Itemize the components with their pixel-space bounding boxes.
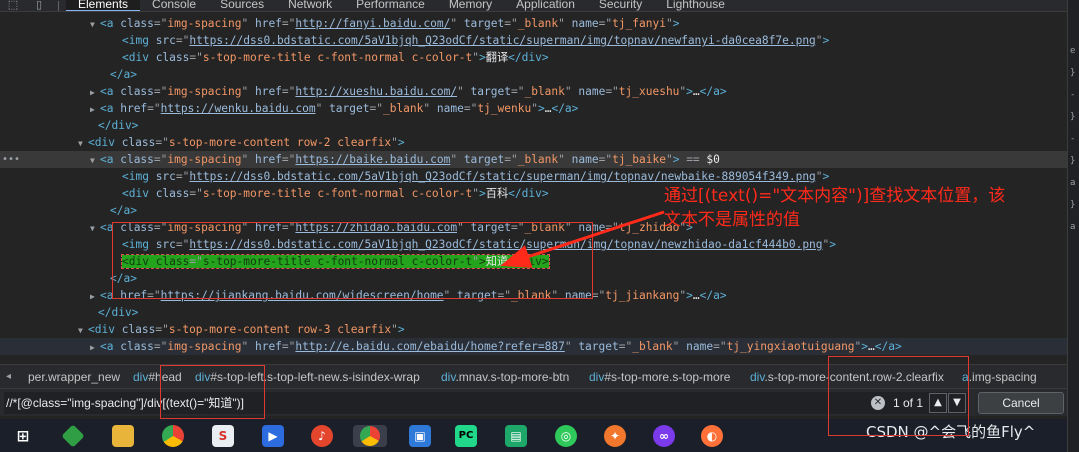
collapse-triangle-icon[interactable]: ▼: [78, 135, 88, 152]
device-toolbar-icon[interactable]: ▯: [32, 0, 46, 11]
breadcrumb-item[interactable]: per.wrapper_new: [28, 365, 120, 388]
style-rule-glyph: a: [1070, 178, 1076, 188]
node-markup: </div>: [98, 119, 139, 132]
node-markup: <a class="img-spacing" href="http://e.ba…: [100, 340, 902, 353]
tab-memory[interactable]: Memory: [437, 0, 504, 10]
browser-icon[interactable]: ✦: [604, 425, 626, 447]
dom-tree-row[interactable]: ▶ <a href="https://wenku.baidu.com" targe…: [0, 100, 1067, 117]
divider: [58, 1, 59, 11]
style-rule-glyph: -: [1070, 90, 1076, 100]
dom-tree-row[interactable]: </a>: [0, 66, 1067, 83]
style-rule-glyph: }: [1070, 200, 1076, 210]
expand-triangle-icon[interactable]: ▶: [90, 339, 100, 356]
node-markup: <a class="img-spacing" href="http://xues…: [100, 85, 727, 98]
highlight-box-search-query: [160, 365, 265, 419]
dom-tree-row[interactable]: </div>: [0, 304, 1067, 321]
file-explorer-icon[interactable]: [112, 425, 134, 447]
tab-security[interactable]: Security: [587, 0, 654, 10]
wechat-icon[interactable]: ◎: [555, 425, 577, 447]
node-markup: <div class="s-top-more-content row-3 cle…: [88, 323, 405, 336]
dom-tree-row[interactable]: <img src="https://dss0.bdstatic.com/5aV1…: [0, 32, 1067, 49]
window-app-icon[interactable]: ▣: [409, 425, 431, 447]
firefox-icon[interactable]: ◐: [701, 425, 723, 447]
style-rule-glyph: e: [1070, 46, 1076, 56]
cancel-button[interactable]: Cancel: [978, 392, 1064, 414]
chrome-icon[interactable]: [162, 425, 184, 447]
tab-network[interactable]: Network: [276, 0, 344, 10]
pycharm-icon[interactable]: PC: [455, 425, 477, 447]
inspect-icon[interactable]: ⬚: [6, 0, 20, 11]
node-markup: <a href="https://wenku.baidu.com" target…: [100, 102, 579, 115]
collapse-triangle-icon[interactable]: ▼: [90, 220, 100, 237]
video-player-icon[interactable]: ▶: [262, 425, 284, 447]
node-markup: <a class="img-spacing" href="https://bai…: [100, 153, 720, 166]
devtools-tabs: Elements Console Sources Network Performance…: [66, 0, 737, 11]
more-actions-icon[interactable]: •••: [2, 151, 20, 168]
expand-triangle-icon[interactable]: ▶: [90, 101, 100, 118]
highlight-box-match-count: [828, 356, 969, 436]
collapse-triangle-icon[interactable]: ▼: [78, 322, 88, 339]
collapse-triangle-icon[interactable]: ▼: [90, 16, 100, 33]
style-rule-glyph: }: [1070, 156, 1076, 166]
style-rule-glyph: }: [1070, 112, 1076, 122]
style-rule-glyph: }: [1070, 68, 1076, 78]
windows-start-icon[interactable]: ⊞: [12, 425, 34, 447]
dom-tree-row[interactable]: <div class="s-top-more-title c-font-norm…: [0, 49, 1067, 66]
highlight-box-zhidao: [112, 222, 593, 299]
breadcrumb-scroll-left-icon[interactable]: ◂: [6, 365, 11, 388]
node-markup: <a class="img-spacing" href="http://fany…: [100, 17, 680, 30]
dom-tree-row[interactable]: </div>: [0, 117, 1067, 134]
sogou-app-icon[interactable]: S: [212, 425, 234, 447]
breadcrumb-item[interactable]: div#s-top-more.s-top-more: [589, 365, 730, 388]
search-input[interactable]: //*[@class="img-spacing"]/div[(text()="知…: [4, 392, 969, 414]
green-app-icon[interactable]: ▤: [505, 425, 527, 447]
node-markup: </div>: [98, 306, 139, 319]
collapse-triangle-icon[interactable]: ▼: [90, 152, 100, 169]
tab-console[interactable]: Console: [140, 0, 208, 10]
dom-tree-row[interactable]: ▼ <a class="img-spacing" href="http://fan…: [0, 15, 1067, 32]
dom-tree-row[interactable]: <img src="https://dss0.bdstatic.com/5aV1…: [0, 168, 1067, 185]
dom-tree-row[interactable]: ▶ <a class="img-spacing" href="http://xue…: [0, 83, 1067, 100]
taskbar-app-green-diamond-icon[interactable]: [61, 424, 85, 448]
node-markup: <div class="s-top-more-title c-font-norm…: [122, 187, 549, 200]
annotation-text: 通过[(text()="文本内容")]查找文本位置，该 文本不是属性的值: [664, 186, 1006, 230]
devtools-tab-bar: ⬚ ▯ Elements Console Sources Network Perform…: [0, 0, 1067, 12]
cloud-music-icon[interactable]: ♪: [311, 425, 333, 447]
styles-side-panel: e} -} -} a} a: [1070, 40, 1079, 370]
style-rule-glyph: a: [1070, 222, 1076, 232]
chrome-active-icon[interactable]: [353, 425, 387, 447]
tab-sources[interactable]: Sources: [208, 0, 276, 10]
tab-application[interactable]: Application: [504, 0, 587, 10]
node-markup: <div class="s-top-more-title c-font-norm…: [122, 51, 549, 64]
dom-tree-row[interactable]: ▼ <div class="s-top-more-content row-3 cl…: [0, 321, 1067, 338]
tab-performance[interactable]: Performance: [344, 0, 437, 10]
mask-app-icon[interactable]: ∞: [653, 425, 675, 447]
expand-triangle-icon[interactable]: ▶: [90, 288, 100, 305]
dom-tree-row[interactable]: ▼ <div class="s-top-more-content row-2 cl…: [0, 134, 1067, 151]
style-rule-glyph: -: [1070, 134, 1076, 144]
node-markup: <img src="https://dss0.bdstatic.com/5aV1…: [122, 34, 830, 47]
dom-tree-row[interactable]: ••• ▼ <a class="img-spacing" href="https:/…: [0, 151, 1067, 168]
node-markup: </a>: [110, 68, 137, 81]
node-markup: <div class="s-top-more-content row-2 cle…: [88, 136, 405, 149]
node-markup: <img src="https://dss0.bdstatic.com/5aV1…: [122, 170, 830, 183]
node-markup: </a>: [110, 204, 137, 217]
dom-tree-row[interactable]: ▶ <a class="img-spacing" href="http://e.b…: [0, 338, 1067, 355]
breadcrumb-item[interactable]: a.img-spacing: [962, 365, 1037, 388]
breadcrumb-item[interactable]: div.mnav.s-top-more-btn: [441, 365, 569, 388]
expand-triangle-icon[interactable]: ▶: [90, 84, 100, 101]
tab-elements[interactable]: Elements: [66, 0, 141, 11]
tab-lighthouse[interactable]: Lighthouse: [654, 0, 737, 10]
